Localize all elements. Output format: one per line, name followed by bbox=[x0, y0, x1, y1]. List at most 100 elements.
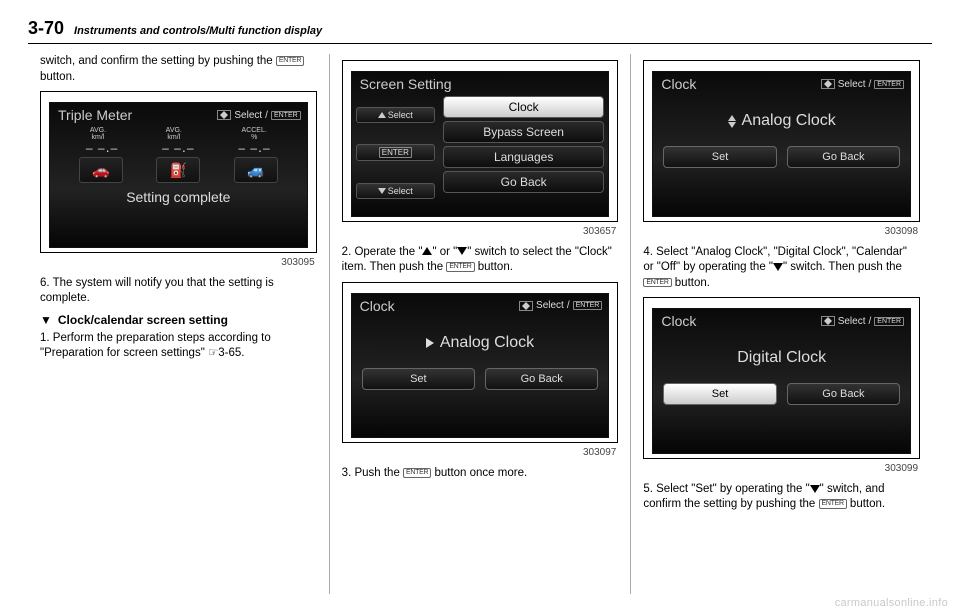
screen-title: Clock bbox=[360, 298, 395, 314]
dash-value: – –․– bbox=[162, 141, 194, 155]
down-triangle-icon bbox=[457, 247, 467, 255]
text: 5. Select "Set" by operating the " bbox=[643, 483, 809, 495]
slash: / bbox=[567, 300, 570, 311]
fuel-icon: ⛽ bbox=[156, 157, 200, 183]
select-label: Select bbox=[838, 316, 866, 327]
right-triangle-icon bbox=[426, 338, 434, 348]
label: ACCEL. bbox=[242, 127, 267, 134]
updown-icon bbox=[519, 301, 533, 311]
center-label: Analog Clock bbox=[742, 112, 836, 130]
screenshot-triple-meter: Triple Meter Select / ENTER AVG.km/l AVG… bbox=[40, 91, 317, 253]
text: switch, and confirm the setting by pushi… bbox=[40, 55, 276, 67]
slash: / bbox=[869, 79, 872, 90]
section-title: Instruments and controls/Multi function … bbox=[74, 25, 322, 37]
down-triangle-icon bbox=[810, 485, 820, 493]
slash: / bbox=[265, 110, 268, 121]
updown-icon bbox=[728, 115, 736, 128]
subsection-heading: ▼ Clock/calendar screen setting bbox=[40, 313, 317, 327]
text: " or " bbox=[432, 246, 457, 258]
enter-icon: ENTER bbox=[403, 468, 431, 478]
page-number: 3-70 bbox=[28, 18, 64, 39]
text: button. bbox=[475, 261, 513, 273]
goback-button[interactable]: Go Back bbox=[485, 368, 598, 390]
c2-para-1: 2. Operate the "" or "" switch to select… bbox=[342, 245, 619, 276]
triangle-icon: ▼ bbox=[40, 313, 52, 327]
set-button[interactable]: Set bbox=[663, 383, 776, 405]
car-icon: 🚗 bbox=[79, 157, 123, 183]
label: Select bbox=[388, 110, 413, 120]
enter-icon: ENTER bbox=[276, 56, 304, 66]
enter-icon: ENTER bbox=[643, 278, 671, 288]
c1-para-2: 6. The system will notify you that the s… bbox=[40, 276, 317, 307]
menu-item-clock[interactable]: Clock bbox=[443, 96, 604, 118]
enter-box: ENTER bbox=[271, 111, 301, 120]
column-2: Screen Setting Select ENTER Select Clock… bbox=[329, 54, 631, 594]
dash-value: – –․– bbox=[238, 141, 270, 155]
column-1: switch, and confirm the setting by pushi… bbox=[28, 54, 329, 594]
image-number: 303097 bbox=[342, 447, 617, 458]
text: button once more. bbox=[431, 467, 527, 479]
label: km/l bbox=[167, 134, 180, 141]
up-triangle-icon bbox=[422, 247, 432, 255]
up-select-button[interactable]: Select bbox=[356, 107, 435, 123]
down-select-button[interactable]: Select bbox=[356, 183, 435, 199]
c3-para-1: 4. Select "Analog Clock", "Digital Clock… bbox=[643, 245, 920, 292]
center-label: Analog Clock bbox=[440, 334, 534, 352]
subsection-label: Clock/calendar screen setting bbox=[58, 313, 228, 327]
screen-title: Clock bbox=[661, 313, 696, 329]
car-accel-icon: 🚙 bbox=[234, 157, 278, 183]
menu-item-languages[interactable]: Languages bbox=[443, 146, 604, 168]
image-number: 303095 bbox=[40, 257, 315, 268]
enter-box: ENTER bbox=[874, 317, 904, 326]
screen-title: Clock bbox=[661, 76, 696, 92]
text: " switch. Then push the bbox=[783, 261, 902, 273]
text: 2. Operate the " bbox=[342, 246, 423, 258]
text: button. bbox=[847, 498, 885, 510]
label: AVG. bbox=[166, 127, 182, 134]
screenshot-screen-setting: Screen Setting Select ENTER Select Clock… bbox=[342, 60, 619, 222]
set-button[interactable]: Set bbox=[663, 146, 776, 168]
screenshot-clock-analog-1: Clock Select / ENTER Analog Clock Se bbox=[342, 282, 619, 444]
image-number: 303098 bbox=[643, 226, 918, 237]
screenshot-clock-digital: Clock Select / ENTER Digital Clock Set bbox=[643, 297, 920, 459]
column-3: Clock Select / ENTER Analog Clock Se bbox=[630, 54, 932, 594]
dash-value: – –․– bbox=[86, 141, 118, 155]
enter-icon: ENTER bbox=[446, 262, 474, 272]
label: Select bbox=[388, 186, 413, 196]
watermark: carmanualsonline.info bbox=[835, 597, 948, 609]
enter-box: ENTER bbox=[379, 147, 412, 158]
c2-para-2: 3. Push the ENTER button once more. bbox=[342, 466, 619, 482]
center-label: Digital Clock bbox=[737, 349, 826, 367]
enter-box: ENTER bbox=[573, 301, 603, 310]
enter-icon: ENTER bbox=[819, 499, 847, 509]
select-label: Select bbox=[536, 300, 564, 311]
label: % bbox=[251, 134, 257, 141]
label: AVG. bbox=[90, 127, 106, 134]
menu-item-goback[interactable]: Go Back bbox=[443, 171, 604, 193]
c1-para-3: 1. Perform the preparation steps accord­… bbox=[40, 331, 317, 362]
goback-button[interactable]: Go Back bbox=[787, 383, 900, 405]
select-label: Select bbox=[838, 79, 866, 90]
slash: / bbox=[869, 316, 872, 327]
screen-title: Triple Meter bbox=[58, 107, 132, 123]
enter-button[interactable]: ENTER bbox=[356, 144, 435, 161]
menu-item-bypass[interactable]: Bypass Screen bbox=[443, 121, 604, 143]
updown-icon bbox=[821, 316, 835, 326]
header-rule bbox=[28, 43, 932, 44]
set-button[interactable]: Set bbox=[362, 368, 475, 390]
screenshot-clock-analog-2: Clock Select / ENTER Analog Clock Se bbox=[643, 60, 920, 222]
c3-para-2: 5. Select "Set" by operating the "" swit… bbox=[643, 482, 920, 513]
c1-para-1: switch, and confirm the setting by pushi… bbox=[40, 54, 317, 85]
enter-box: ENTER bbox=[874, 80, 904, 89]
select-label: Select bbox=[234, 110, 262, 121]
text: 3. Push the bbox=[342, 467, 403, 479]
text: button. bbox=[40, 71, 75, 83]
image-number: 303099 bbox=[643, 463, 918, 474]
image-number: 303657 bbox=[342, 226, 617, 237]
down-triangle-icon bbox=[773, 263, 783, 271]
label: km/l bbox=[92, 134, 105, 141]
updown-icon bbox=[217, 110, 231, 120]
status-text: Setting complete bbox=[50, 185, 307, 211]
screen-title: Screen Setting bbox=[360, 76, 452, 92]
goback-button[interactable]: Go Back bbox=[787, 146, 900, 168]
